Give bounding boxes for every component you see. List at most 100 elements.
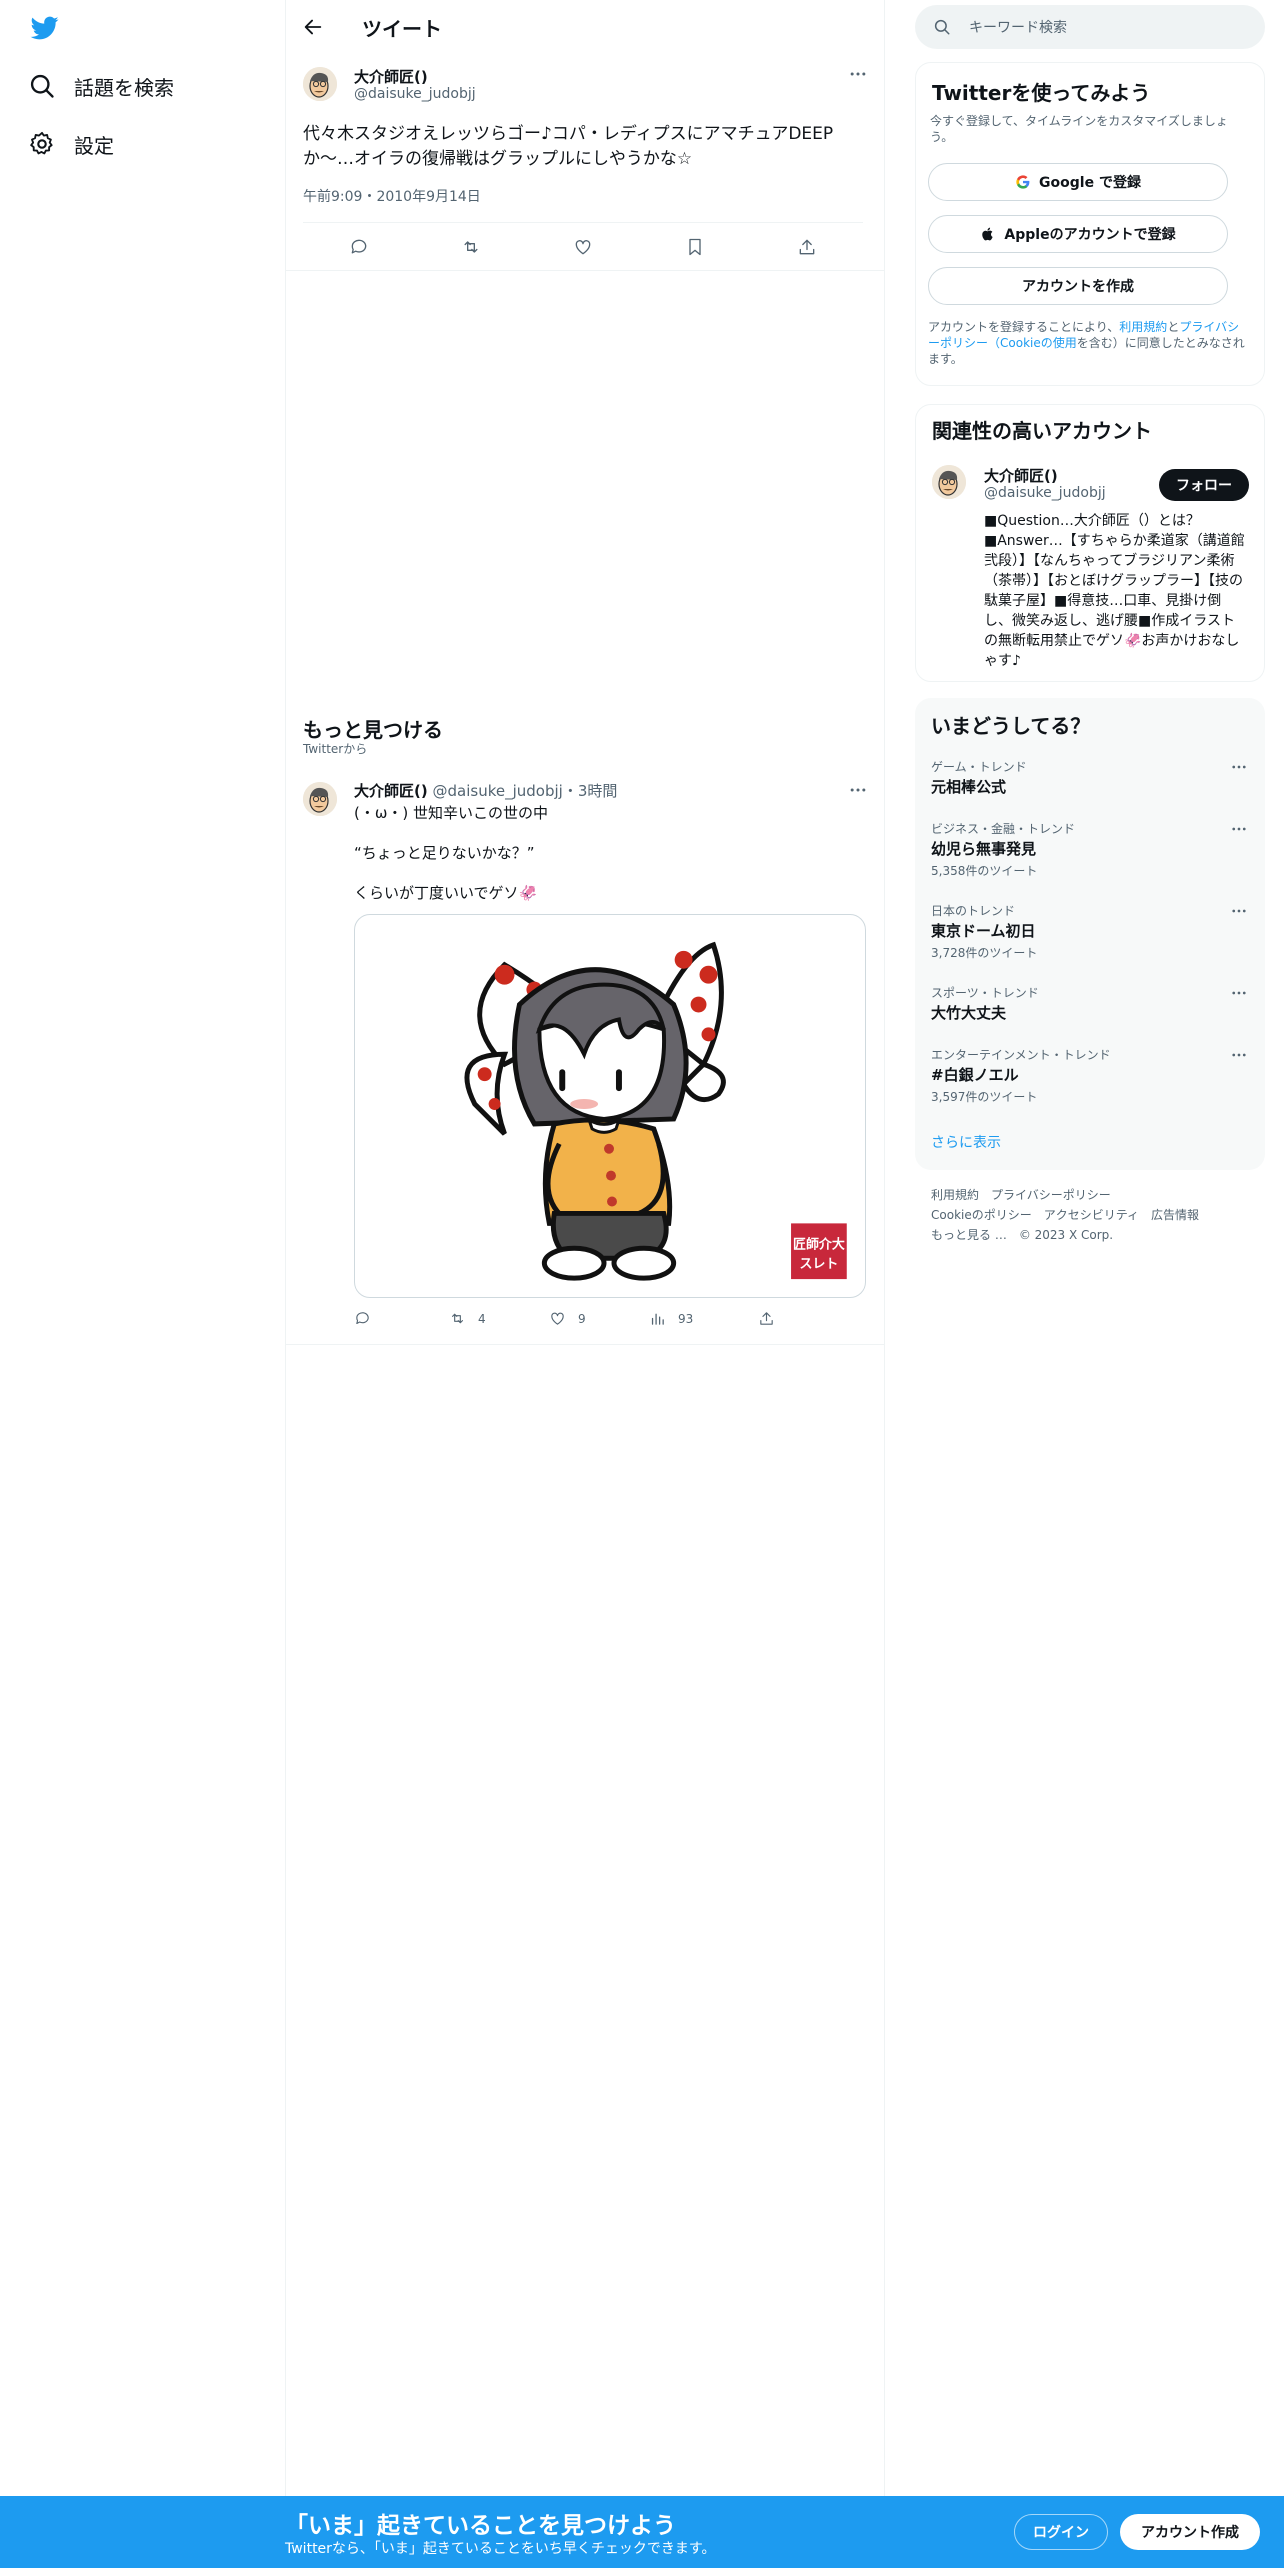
banner-subtitle: Twitterなら、「いま」起きていることをいち早くチェックできます。 [285, 2541, 716, 2557]
like-button[interactable]: 9 [549, 1310, 586, 1327]
bookmark-icon[interactable] [685, 237, 705, 257]
more-options-icon[interactable] [848, 64, 868, 84]
nav-item-explore[interactable]: 話題を検索 [28, 66, 174, 106]
trend-category: ビジネス・金融・トレンド [931, 822, 1076, 836]
like-count: 9 [578, 1311, 586, 1326]
apple-signup-button[interactable]: Appleのアカウントで登録 [928, 215, 1228, 253]
google-signup-button[interactable]: Google で登録 [928, 163, 1228, 201]
trend-count: 3,728件のツイート [931, 946, 1038, 960]
trend-name: 大竹大丈夫 [931, 1004, 1007, 1022]
create-account-button[interactable]: アカウントを作成 [928, 267, 1228, 305]
retweet-button[interactable]: 4 [449, 1310, 486, 1327]
more-options-icon[interactable] [1230, 902, 1248, 920]
footer-copyright: © 2023 X Corp. [1018, 1228, 1114, 1242]
show-more-link[interactable]: さらに表示 [931, 1132, 1001, 1152]
related-tweet-time[interactable]: ・3時間 [563, 782, 618, 800]
svg-text:匠師介大: 匠師介大 [793, 1236, 845, 1252]
back-arrow-icon[interactable] [302, 16, 324, 38]
trend-count: 3,597件のツイート [931, 1090, 1038, 1104]
footer-link-more[interactable]: もっと見る … [931, 1228, 1007, 1242]
terms-link[interactable]: 利用規約 [1119, 320, 1167, 334]
twitter-logo-icon[interactable] [30, 14, 60, 42]
avatar-face-icon [932, 465, 966, 499]
reply-button[interactable] [354, 1310, 383, 1327]
share-icon[interactable] [797, 237, 817, 257]
view-count: 93 [678, 1311, 694, 1326]
search-icon [30, 74, 54, 98]
svg-text:スレト: スレト [800, 1257, 839, 1272]
signup-card-title: Twitterを使ってみよう [932, 81, 1151, 105]
reply-icon [356, 1312, 369, 1325]
tweet-text-line: か〜…オイラの復帰戦はグラップルにしやうかな☆ [303, 149, 693, 169]
more-options-icon[interactable] [1230, 984, 1248, 1002]
apple-signup-label: Appleのアカウントで登録 [1004, 227, 1176, 243]
related-tweet-text: (・ω・) 世知辛いこの世の中 [354, 804, 549, 822]
related-tweet-header[interactable]: 大介師匠() @daisuke_judobjj・3時間 [354, 780, 617, 801]
footer-link-terms[interactable]: 利用規約 [931, 1188, 979, 1202]
trend-count: 5,358件のツイート [931, 864, 1038, 878]
tweet-media-image[interactable]: 匠師介大 スレト [354, 914, 866, 1298]
reply-icon[interactable] [349, 237, 369, 257]
share-button[interactable] [758, 1310, 787, 1327]
trends-title: いまどうしてる？ [931, 714, 1091, 738]
trend-category: スポーツ・トレンド [931, 986, 1039, 1000]
divider [303, 222, 863, 223]
tweet-text-line: 代々木スタジオえレッツらゴー♪コパ・レディプスにアマチュアDEEP [303, 124, 834, 144]
footer-link-ads[interactable]: 広告情報 [1151, 1208, 1199, 1222]
more-options-icon[interactable] [848, 780, 868, 800]
trend-category: 日本のトレンド [931, 904, 1016, 918]
retweet-icon[interactable] [461, 237, 481, 257]
views-chart-icon [651, 1313, 664, 1325]
trend-name: 元相棒公式 [931, 778, 1007, 796]
trends-card: いまどうしてる？ ゲーム・トレンド 元相棒公式 ビジネス・金融・トレンド 幼児ら… [915, 698, 1265, 1170]
search-input[interactable]: キーワード検索 [915, 5, 1265, 49]
trend-name: 幼児ら無事発見 [931, 840, 1037, 858]
illustration-girl: 匠師介大 スレト [464, 941, 847, 1281]
login-button[interactable]: ログイン [1014, 2514, 1108, 2550]
page-title: ツイート [362, 16, 442, 41]
like-icon [551, 1312, 564, 1325]
nav-item-label: 話題を検索 [74, 75, 174, 100]
footer-link-privacy[interactable]: プライバシーポリシー [991, 1188, 1111, 1202]
rec-account-handle[interactable]: @daisuke_judobjj [984, 485, 1106, 501]
signup-card: Twitterを使ってみよう 今すぐ登録して、タイムラインをカスタマイズしましょ… [915, 62, 1265, 386]
legal-text: アカウントを登録することにより、 [928, 320, 1120, 334]
page-header: ツイート [286, 0, 884, 54]
rec-account-name[interactable]: 大介師匠() [984, 465, 1058, 486]
views-button[interactable]: 93 [649, 1310, 693, 1327]
tweet-author-handle[interactable]: @daisuke_judobjj [354, 86, 476, 102]
legal-text: と [1167, 320, 1180, 334]
more-options-icon[interactable] [1230, 758, 1248, 776]
divider [286, 270, 884, 271]
bottom-signup-banner: 「いま」起きていることを見つけよう Twitterなら、「いま」起きていることを… [0, 2496, 1284, 2568]
create-account-label: アカウントを作成 [1022, 279, 1134, 295]
avatar-face-icon [303, 782, 337, 816]
google-signup-label: Google で登録 [1039, 175, 1141, 191]
tweet-action-bar [303, 230, 863, 264]
avatar[interactable] [303, 782, 337, 816]
follow-button[interactable]: フォロー [1159, 469, 1249, 501]
like-icon[interactable] [573, 237, 593, 257]
discover-subtitle: Twitterから [303, 742, 368, 756]
nav-item-label: 設定 [74, 133, 114, 158]
footer-link-cookies[interactable]: Cookieのポリシー [931, 1208, 1032, 1222]
related-author-handle[interactable]: @daisuke_judobjj [433, 782, 563, 800]
avatar[interactable] [932, 465, 966, 499]
more-options-icon[interactable] [1230, 820, 1248, 838]
relevant-accounts-title: 関連性の高いアカウント [932, 419, 1152, 443]
related-author-name[interactable]: 大介師匠() [354, 782, 428, 800]
google-icon [1016, 175, 1030, 189]
footer-link-accessibility[interactable]: アクセシビリティ [1044, 1208, 1139, 1222]
signup-button[interactable]: アカウント作成 [1120, 2514, 1260, 2550]
avatar[interactable] [303, 67, 337, 101]
left-nav: 話題を検索 設定 [0, 0, 285, 2568]
nav-item-settings[interactable]: 設定 [28, 124, 114, 164]
related-tweet-text: “ちょっと足りないかな？” [354, 844, 535, 862]
divider [286, 1344, 884, 1345]
legal-notice: アカウントを登録することにより、利用規約とプライバシーポリシー（Cookieの使… [928, 319, 1248, 367]
more-options-icon[interactable] [1230, 1046, 1248, 1064]
tweet-timestamp[interactable]: 午前9:09・2010年9月14日 [303, 186, 481, 206]
tweet-author-name[interactable]: 大介師匠() [354, 66, 428, 87]
apple-icon [982, 227, 994, 241]
related-tweet-text: くらいが丁度いいでゲソ🦑 [354, 884, 538, 902]
